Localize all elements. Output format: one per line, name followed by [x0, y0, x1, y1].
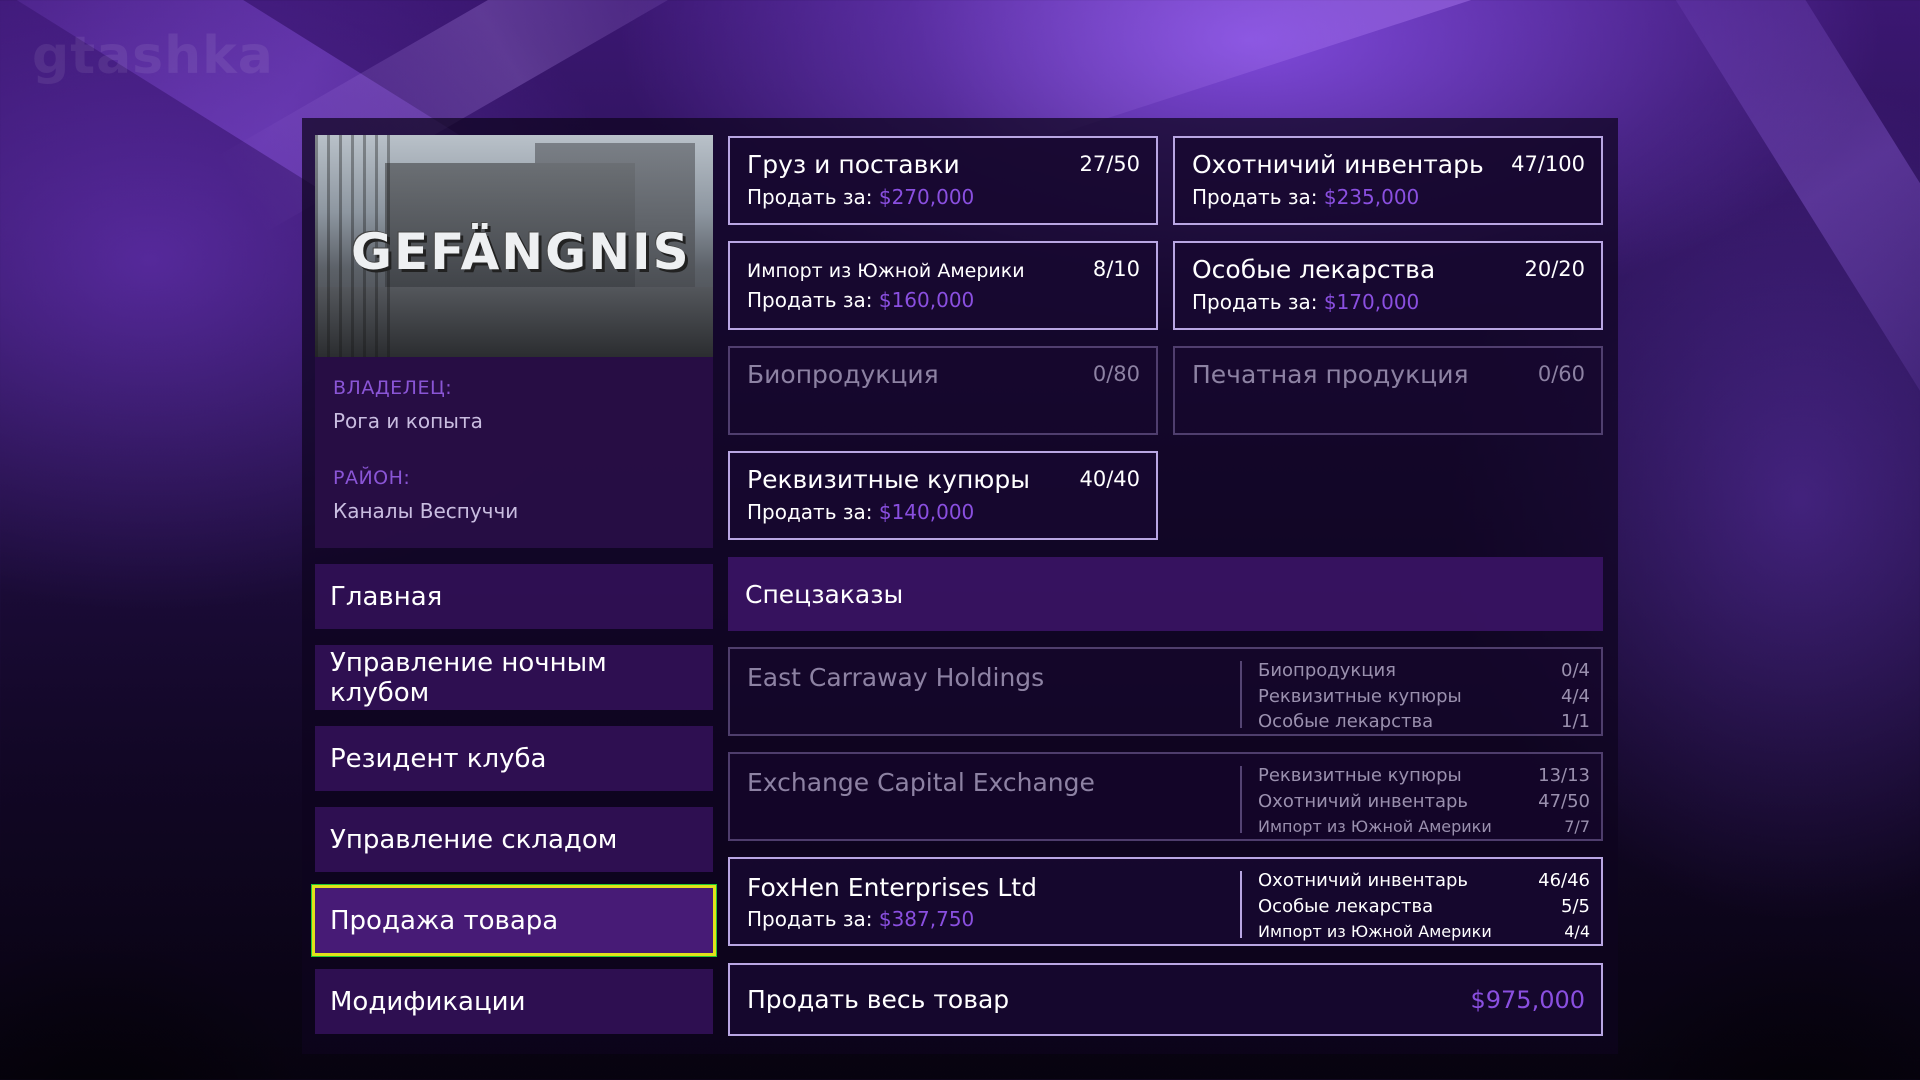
goods-price-row: Продать за: $235,000 [1192, 185, 1420, 209]
order-requirement: Биопродукция 0/4 [1258, 660, 1590, 681]
watermark: gtashka [32, 26, 274, 86]
owner-label: ВЛАДЕЛЕЦ: [333, 377, 453, 399]
background-light-beam [1617, 0, 1920, 501]
order-requirement: Охотничий инвентарь 47/50 [1258, 790, 1590, 812]
menu-item-warehouse-management[interactable]: Управление складом [315, 807, 713, 872]
order-requirement: Импорт из Южной Америки 4/4 [1258, 922, 1590, 941]
district-value: Каналы Веспуччи [333, 499, 519, 523]
sell-all-button[interactable]: Продать весь товар $975,000 [728, 963, 1603, 1036]
special-orders-header: Спецзаказы [728, 557, 1603, 631]
special-order-east-carraway: East Carraway Holdings Биопродукция 0/4 Р… [728, 647, 1603, 736]
goods-card-medicine[interactable]: Особые лекарства 20/20 Продать за: $170,… [1173, 241, 1603, 330]
order-requirement: Охотничий инвентарь 46/46 [1258, 870, 1590, 891]
goods-card-hunting[interactable]: Охотничий инвентарь 47/100 Продать за: $… [1173, 136, 1603, 225]
special-order-exchange-capital: Exchange Capital Exchange Реквизитные ку… [728, 752, 1603, 841]
goods-price: $235,000 [1323, 185, 1420, 209]
menu-item-sell-goods[interactable]: Продажа товара [312, 885, 716, 956]
district-label: РАЙОН: [333, 467, 411, 489]
order-requirements: Биопродукция 0/4 Реквизитные купюры 4/4 Ос… [1258, 658, 1590, 735]
goods-title: Печатная продукция [1192, 360, 1469, 389]
goods-count: 8/10 [1092, 257, 1140, 281]
order-name: East Carraway Holdings [747, 663, 1045, 692]
order-name: Exchange Capital Exchange [747, 768, 1095, 797]
side-menu: Главная Управление ночным клубом Резиден… [312, 564, 716, 1034]
order-requirement: Реквизитные купюры 13/13 [1258, 765, 1590, 786]
menu-item-modifications[interactable]: Модификации [315, 969, 713, 1034]
goods-card-import[interactable]: Импорт из Южной Америки 8/10 Продать за:… [728, 241, 1158, 330]
goods-title: Биопродукция [747, 360, 939, 389]
sell-all-total: $975,000 [1470, 985, 1585, 1014]
goods-price: $160,000 [878, 288, 975, 312]
goods-card-cargo[interactable]: Груз и поставки 27/50 Продать за: $270,0… [728, 136, 1158, 225]
goods-card-bio: Биопродукция 0/80 [728, 346, 1158, 435]
order-requirements: Реквизитные купюры 13/13 Охотничий инвент… [1258, 763, 1590, 840]
goods-count: 27/50 [1079, 152, 1140, 176]
order-requirements: Охотничий инвентарь 46/46 Особые лекарств… [1258, 868, 1590, 945]
menu-item-home[interactable]: Главная [315, 564, 713, 629]
goods-count: 20/20 [1524, 257, 1585, 281]
left-column: GEFÄNGNIS ВЛАДЕЛЕЦ: Рога и копыта РАЙОН:… [312, 135, 716, 1050]
goods-count: 47/100 [1511, 152, 1585, 176]
goods-price: $270,000 [878, 185, 975, 209]
order-price-row: Продать за: $387,750 [747, 907, 975, 931]
menu-item-club-resident[interactable]: Резидент клуба [315, 726, 713, 791]
goods-card-print: Печатная продукция 0/60 [1173, 346, 1603, 435]
order-requirement: Особые лекарства 5/5 [1258, 895, 1590, 917]
special-order-foxhen[interactable]: FoxHen Enterprises Ltd Продать за: $387,… [728, 857, 1603, 946]
owner-value: Рога и копыта [333, 409, 483, 433]
menu-item-club-management[interactable]: Управление ночным клубом [315, 645, 713, 710]
goods-price-row: Продать за: $160,000 [747, 288, 975, 312]
goods-count: 40/40 [1079, 467, 1140, 491]
business-image: GEFÄNGNIS [315, 135, 713, 357]
business-logo: GEFÄNGNIS [351, 223, 691, 281]
order-requirement: Импорт из Южной Америки 7/7 [1258, 817, 1590, 836]
goods-price: $170,000 [1323, 290, 1420, 314]
order-name: FoxHen Enterprises Ltd [747, 873, 1037, 902]
order-requirement: Реквизитные купюры 4/4 [1258, 685, 1590, 707]
goods-price-row: Продать за: $140,000 [747, 500, 975, 524]
goods-count: 0/60 [1537, 362, 1585, 386]
goods-price-row: Продать за: $170,000 [1192, 290, 1420, 314]
order-requirement: Особые лекарства 1/1 [1258, 711, 1590, 732]
business-info: ВЛАДЕЛЕЦ: Рога и копыта РАЙОН: Каналы Ве… [315, 357, 713, 548]
goods-count: 0/80 [1092, 362, 1140, 386]
goods-card-counterfeit[interactable]: Реквизитные купюры 40/40 Продать за: $14… [728, 451, 1158, 540]
goods-price-row: Продать за: $270,000 [747, 185, 975, 209]
goods-price: $140,000 [878, 500, 975, 524]
sell-all-label: Продать весь товар [747, 985, 1010, 1014]
order-price: $387,750 [878, 907, 975, 931]
goods-title: Импорт из Южной Америки [747, 260, 1025, 282]
